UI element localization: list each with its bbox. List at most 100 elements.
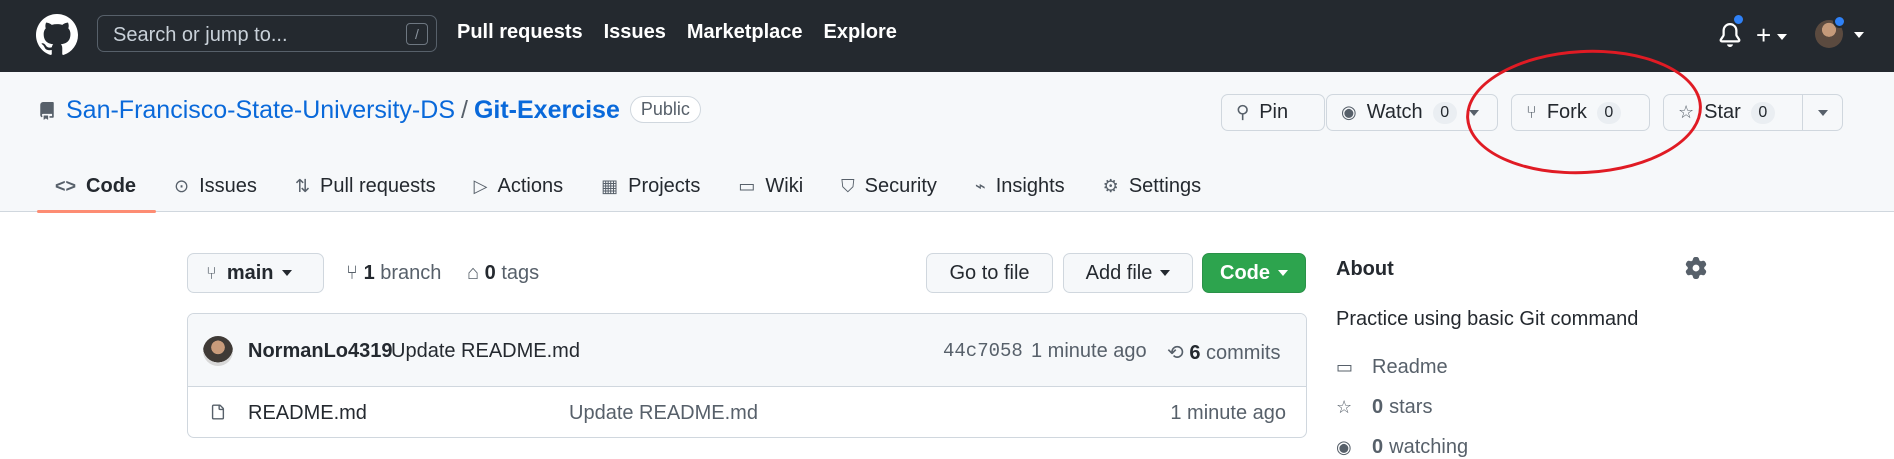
stars-count: 0: [1372, 396, 1384, 418]
tab-label: Code: [86, 174, 137, 197]
tab-pull-requests[interactable]: ⇅ Pull requests: [277, 160, 456, 212]
tag-count: 0: [484, 262, 496, 284]
file-list: NormanLo4319 Update README.md 44c7058 1 …: [187, 313, 1307, 438]
create-new-menu[interactable]: +: [1756, 20, 1788, 51]
commit-sha[interactable]: 44c7058: [943, 340, 1023, 362]
commits-count: 6: [1189, 342, 1201, 364]
repo-icon: [40, 102, 54, 120]
tab-security[interactable]: ⛉ Security: [823, 160, 957, 212]
tab-actions[interactable]: ▷ Actions: [456, 160, 583, 212]
watching-link[interactable]: ◉ 0 watching: [1336, 436, 1468, 459]
branch-select-button[interactable]: ⑂ main: [187, 253, 324, 293]
chevron-down-icon: [1160, 270, 1171, 276]
tag-word: tags: [501, 262, 540, 284]
star-count: 0: [1750, 101, 1775, 124]
table-row: README.md Update README.md 1 minute ago: [188, 387, 1306, 437]
about-heading: About: [1336, 258, 1394, 280]
branch-icon: ⑂: [206, 262, 217, 283]
star-lists-dropdown[interactable]: [1802, 95, 1842, 130]
chevron-down-icon: [1777, 34, 1788, 41]
nav-issues[interactable]: Issues: [604, 21, 666, 44]
plus-icon: +: [1756, 20, 1772, 50]
repo-tabs: <> Code ⊙ Issues ⇅ Pull requests ▷ Actio…: [37, 160, 1221, 213]
play-icon: ▷: [473, 175, 488, 196]
commit-time: 1 minute ago: [1031, 340, 1147, 362]
tab-label: Actions: [497, 174, 564, 197]
stars-word: stars: [1389, 396, 1433, 418]
search-placeholder: Search or jump to...: [113, 24, 288, 46]
pin-button[interactable]: ⚲ Pin: [1221, 94, 1325, 131]
shield-icon: ⛉: [841, 175, 855, 196]
tab-issues[interactable]: ⊙ Issues: [156, 160, 277, 212]
repo-description: Practice using basic Git command: [1336, 308, 1639, 330]
star-icon: ☆: [1336, 397, 1353, 417]
code-button[interactable]: Code: [1202, 253, 1306, 293]
go-to-file-button[interactable]: Go to file: [926, 253, 1053, 293]
tab-label: Issues: [199, 174, 257, 197]
repo-owner-link[interactable]: San-Francisco-State-University-DS: [66, 96, 455, 124]
chevron-down-icon: [1817, 109, 1828, 116]
watching-count: 0: [1372, 436, 1384, 458]
commits-word: commits: [1206, 342, 1281, 364]
repo-name-link[interactable]: Git-Exercise: [474, 96, 620, 124]
branch-icon: ⑂: [346, 262, 358, 284]
watch-label: Watch: [1366, 101, 1423, 123]
tab-label: Insights: [995, 174, 1065, 197]
tag-icon: ⌂: [466, 262, 480, 284]
history-icon: ⟲: [1167, 342, 1184, 364]
readme-link[interactable]: ▭ Readme: [1336, 356, 1448, 379]
search-input[interactable]: Search or jump to... /: [97, 15, 437, 52]
branch-tag-summary: ⑂ 1 branch ⌂ 0 tags: [346, 262, 539, 285]
tags-link[interactable]: ⌂ 0 tags: [467, 262, 539, 284]
tab-label: Settings: [1128, 174, 1202, 197]
branch-name: main: [226, 261, 274, 284]
chevron-down-icon: [1278, 270, 1288, 276]
tab-insights[interactable]: ⌁ Insights: [957, 160, 1085, 212]
notification-indicator: [1732, 13, 1745, 26]
add-file-label: Add file: [1085, 261, 1153, 284]
nav-explore[interactable]: Explore: [824, 21, 897, 44]
eye-icon: ◉: [1341, 102, 1357, 122]
add-file-button[interactable]: Add file: [1063, 253, 1193, 293]
star-label: Star: [1704, 101, 1741, 123]
pin-icon: ⚲: [1236, 102, 1250, 122]
tab-wiki[interactable]: ▭ Wiki: [720, 160, 823, 212]
issue-icon: ⊙: [174, 175, 190, 196]
stars-link[interactable]: ☆ 0 stars: [1336, 396, 1432, 419]
eye-icon: ◉: [1336, 437, 1352, 457]
watching-word: watching: [1389, 436, 1469, 458]
nav-pull-requests[interactable]: Pull requests: [457, 21, 583, 44]
tab-projects[interactable]: ▦ Projects: [583, 160, 720, 212]
commit-message[interactable]: Update README.md: [391, 340, 580, 363]
status-indicator: [1833, 15, 1846, 28]
nav-marketplace[interactable]: Marketplace: [687, 21, 803, 44]
file-name-link[interactable]: README.md: [248, 402, 367, 425]
avatar[interactable]: [203, 336, 233, 366]
gear-icon[interactable]: [1685, 257, 1707, 279]
tab-settings[interactable]: ⚙ Settings: [1085, 160, 1221, 212]
commit-author[interactable]: NormanLo4319: [248, 340, 393, 363]
github-logo-icon[interactable]: [36, 14, 78, 56]
tab-code[interactable]: <> Code: [37, 160, 157, 213]
file-commit-time: 1 minute ago: [1170, 402, 1286, 424]
book-icon: ▭: [738, 175, 756, 196]
code-button-label: Code: [1220, 261, 1270, 284]
chevron-down-icon: [281, 270, 292, 276]
watch-count: 0: [1432, 101, 1457, 124]
branches-link[interactable]: ⑂ 1 branch: [346, 262, 441, 284]
commits-link[interactable]: ⟲ 6 commits: [1167, 340, 1280, 365]
repo-separator: /: [461, 96, 468, 124]
branch-count: 1: [363, 262, 375, 284]
table-icon: ▦: [601, 175, 619, 196]
code-icon: <>: [55, 175, 77, 196]
repo-title: San-Francisco-State-University-DS / Git-Ex…: [66, 96, 701, 125]
file-commit-message[interactable]: Update README.md: [569, 402, 758, 425]
search-shortcut-key: /: [406, 23, 428, 45]
chevron-down-icon[interactable]: [1854, 32, 1864, 38]
file-icon: [211, 404, 225, 420]
tab-label: Projects: [628, 174, 701, 197]
tab-label: Pull requests: [320, 174, 436, 197]
latest-commit-row: NormanLo4319 Update README.md 44c7058 1 …: [188, 314, 1306, 387]
visibility-badge: Public: [629, 96, 701, 123]
pull-request-icon: ⇅: [294, 175, 311, 196]
